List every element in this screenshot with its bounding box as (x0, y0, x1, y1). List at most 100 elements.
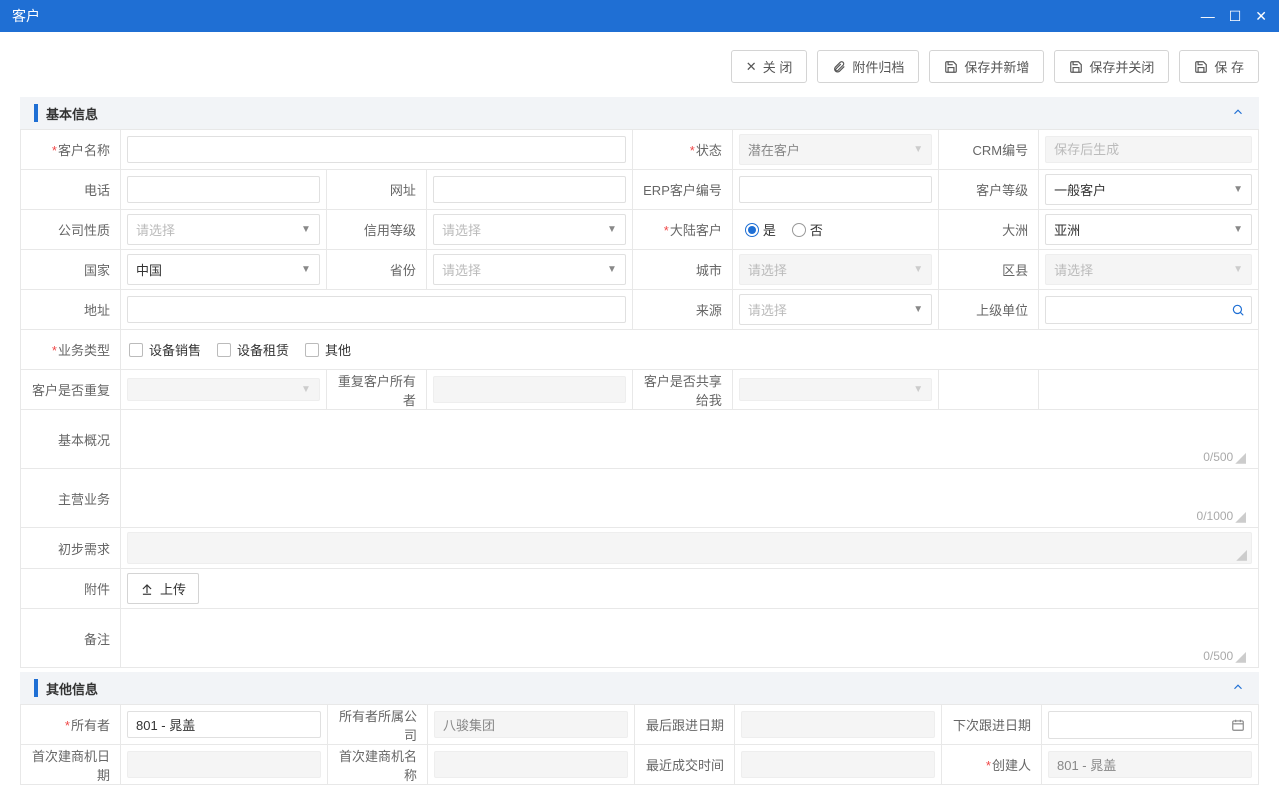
next-follow-input[interactable] (1055, 717, 1231, 732)
chevron-down-icon: ▼ (913, 144, 923, 155)
label-initial-demand: 初步需求 (58, 542, 110, 557)
website-input[interactable] (433, 176, 626, 203)
collapse-icon[interactable] (1231, 680, 1245, 697)
parent-search-field[interactable] (1045, 296, 1252, 324)
radio-no[interactable]: 否 (792, 220, 823, 239)
placeholder-text: 请选择 (748, 300, 787, 319)
section-other: 其他信息 所有者 所有者所属公司 最后跟进日期 下次跟进日期 (20, 672, 1259, 785)
placeholder-text: 请选择 (1054, 260, 1093, 279)
section-basic-header: 基本信息 (20, 97, 1259, 129)
save-new-button[interactable]: 保存并新增 (929, 50, 1044, 83)
title-bar: 客户 — ☐ ✕ (0, 0, 1279, 32)
label-crm-no: CRM编号 (973, 143, 1029, 158)
save-button[interactable]: 保 存 (1179, 50, 1259, 83)
dup-owner-input (433, 376, 626, 403)
chevron-down-icon: ▼ (1233, 264, 1243, 275)
section-basic-title: 基本信息 (46, 104, 98, 123)
calendar-icon[interactable] (1231, 718, 1245, 732)
chevron-down-icon: ▼ (913, 384, 923, 395)
owner-input[interactable] (127, 711, 321, 738)
section-other-title: 其他信息 (46, 679, 98, 698)
save-icon (1194, 60, 1208, 74)
label-first-opp-name: 首次建商机名称 (339, 749, 417, 783)
label-status: 状态 (690, 143, 722, 158)
paperclip-icon (832, 60, 846, 74)
erp-no-input[interactable] (739, 176, 932, 203)
save-close-label: 保存并关闭 (1089, 57, 1154, 76)
status-select[interactable]: 潜在客户▼ (739, 134, 932, 165)
accent-bar (34, 104, 38, 122)
placeholder-text: 请选择 (442, 220, 481, 239)
basic-info-textarea[interactable] (127, 414, 1252, 448)
customer-name-input[interactable] (127, 136, 626, 163)
minimize-icon[interactable]: — (1201, 9, 1215, 23)
main-business-textarea[interactable] (127, 473, 1252, 507)
province-select[interactable]: 请选择 ▼ (433, 254, 626, 285)
chevron-down-icon: ▼ (607, 264, 617, 275)
chevron-down-icon: ▼ (913, 304, 923, 315)
label-business-type: 业务类型 (52, 343, 110, 358)
placeholder-text: 请选择 (442, 260, 481, 279)
label-country: 国家 (84, 263, 110, 278)
label-owner: 所有者 (65, 718, 110, 733)
parent-input[interactable] (1052, 302, 1227, 317)
label-customer-name: 客户名称 (52, 143, 110, 158)
business-type-checks: 设备销售 设备租赁 其他 (127, 340, 1252, 359)
accent-bar (34, 679, 38, 697)
label-source: 来源 (696, 303, 722, 318)
check-equip-sale[interactable]: 设备销售 (129, 340, 201, 359)
shared-to-me-select[interactable]: ▼ (739, 378, 932, 401)
section-other-header: 其他信息 (20, 672, 1259, 704)
is-duplicate-select[interactable]: ▼ (127, 378, 320, 401)
label-mainland: 大陆客户 (664, 223, 722, 238)
customer-level-value: 一般客户 (1054, 180, 1106, 199)
counter-1000: 0/1000 (1197, 509, 1234, 523)
check-other[interactable]: 其他 (305, 340, 351, 359)
chevron-down-icon: ▼ (301, 384, 311, 395)
label-city: 城市 (696, 263, 722, 278)
chevron-down-icon: ▼ (301, 224, 311, 235)
city-select[interactable]: 请选择▼ (739, 254, 932, 285)
address-input[interactable] (127, 296, 626, 323)
resize-icon[interactable]: ◢ (1235, 509, 1246, 523)
customer-level-select[interactable]: 一般客户 ▼ (1045, 174, 1252, 205)
save-close-button[interactable]: 保存并关闭 (1054, 50, 1169, 83)
label-remark: 备注 (84, 632, 110, 647)
continent-select[interactable]: 亚洲▼ (1045, 214, 1252, 245)
upload-button[interactable]: 上传 (127, 573, 199, 604)
close-window-icon[interactable]: ✕ (1255, 9, 1267, 23)
label-owner-company: 所有者所属公司 (339, 709, 417, 743)
radio-yes[interactable]: 是 (745, 220, 776, 239)
resize-icon[interactable]: ◢ (1235, 450, 1246, 464)
window-controls: — ☐ ✕ (1201, 9, 1267, 23)
next-follow-date[interactable] (1048, 711, 1252, 739)
label-main-business: 主营业务 (58, 492, 110, 507)
upload-label: 上传 (160, 579, 186, 598)
remark-textarea[interactable] (127, 613, 1252, 647)
search-icon[interactable] (1231, 303, 1245, 317)
placeholder-text: 请选择 (136, 220, 175, 239)
chevron-down-icon: ▼ (913, 264, 923, 275)
label-basic-info: 基本概况 (58, 433, 110, 448)
chevron-down-icon: ▼ (1233, 184, 1243, 195)
source-select[interactable]: 请选择 ▼ (739, 294, 932, 325)
district-select[interactable]: 请选择 ▼ (1045, 254, 1252, 285)
resize-icon[interactable]: ◢ (1236, 547, 1247, 561)
phone-input[interactable] (127, 176, 320, 203)
maximize-icon[interactable]: ☐ (1229, 9, 1242, 23)
chevron-down-icon: ▼ (1233, 224, 1243, 235)
owner-company-input (434, 711, 628, 738)
country-select[interactable]: 中国▼ (127, 254, 320, 285)
check-equip-rent[interactable]: 设备租赁 (217, 340, 289, 359)
label-phone: 电话 (84, 183, 110, 198)
company-type-select[interactable]: 请选择 ▼ (127, 214, 320, 245)
collapse-icon[interactable] (1231, 105, 1245, 122)
resize-icon[interactable]: ◢ (1235, 649, 1246, 663)
attach-button[interactable]: 附件归档 (817, 50, 919, 83)
credit-level-select[interactable]: 请选择▼ (433, 214, 626, 245)
close-button-label: 关 闭 (763, 57, 793, 76)
label-attachment: 附件 (84, 582, 110, 597)
close-button[interactable]: ✕ 关 闭 (731, 50, 808, 83)
last-follow-input (741, 711, 935, 738)
label-parent: 上级单位 (976, 303, 1028, 318)
